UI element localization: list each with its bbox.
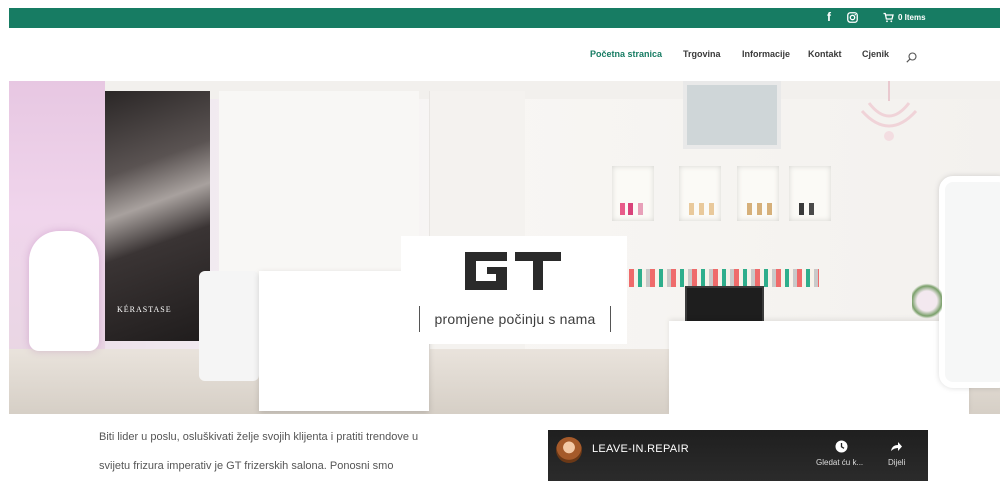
channel-avatar[interactable]	[556, 437, 582, 463]
mirror	[939, 176, 1000, 388]
chandelier	[860, 81, 918, 141]
nav-item-kontakt[interactable]: Kontakt	[808, 49, 842, 59]
share-icon[interactable]	[890, 440, 903, 453]
top-bar: f 0 Items	[9, 8, 1000, 28]
instagram-icon[interactable]	[847, 12, 858, 23]
nav-item-informacije[interactable]: Informacije	[742, 49, 790, 59]
cart-icon[interactable]	[883, 12, 894, 23]
gt-logo	[465, 252, 561, 290]
product	[757, 203, 762, 215]
product	[809, 203, 814, 215]
watch-later-label[interactable]: Gledat ću k...	[816, 458, 863, 467]
search-icon[interactable]	[906, 52, 917, 63]
cart-items-count[interactable]: 0 Items	[898, 13, 926, 22]
product	[767, 203, 772, 215]
kerastase-poster	[105, 91, 210, 341]
page: f 0 Items Početna stranica Trgovina Info…	[0, 0, 1007, 481]
product	[620, 203, 625, 215]
wash-chair	[29, 231, 99, 351]
salon-chair	[199, 271, 259, 381]
logo-card: promjene počinju s nama	[401, 236, 627, 344]
product	[699, 203, 704, 215]
flowers	[912, 281, 942, 321]
display-shelf	[612, 166, 654, 221]
product	[709, 203, 714, 215]
main-navigation: Početna stranica Trgovina Informacije Ko…	[0, 40, 1007, 70]
display-shelf	[789, 166, 831, 221]
display-shelf	[737, 166, 779, 221]
intro-text-line-1: Biti lider u poslu, osluškivati želje sv…	[99, 431, 419, 443]
product	[689, 203, 694, 215]
display-shelf	[679, 166, 721, 221]
youtube-video-embed[interactable]: LEAVE-IN.REPAIR Gledat ću k... Dijeli	[548, 430, 928, 481]
product-row	[629, 269, 819, 287]
product	[747, 203, 752, 215]
video-title[interactable]: LEAVE-IN.REPAIR	[592, 443, 689, 455]
product	[799, 203, 804, 215]
facebook-icon[interactable]: f	[827, 10, 831, 24]
intro-text-line-2: svijetu frizura imperativ je GT frizersk…	[99, 460, 394, 472]
wall-tv	[683, 81, 781, 149]
nav-item-cjenik[interactable]: Cjenik	[862, 49, 889, 59]
logo-tagline: promjene počinju s nama	[419, 306, 611, 332]
poster-brand-label: KÉRASTASE	[117, 305, 172, 314]
share-label[interactable]: Dijeli	[888, 458, 905, 467]
product	[628, 203, 633, 215]
nav-item-trgovina[interactable]: Trgovina	[683, 49, 721, 59]
clock-icon[interactable]	[835, 440, 848, 453]
nav-item-pocetna-stranica[interactable]: Početna stranica	[590, 49, 662, 59]
right-counter	[669, 321, 969, 414]
product	[638, 203, 643, 215]
